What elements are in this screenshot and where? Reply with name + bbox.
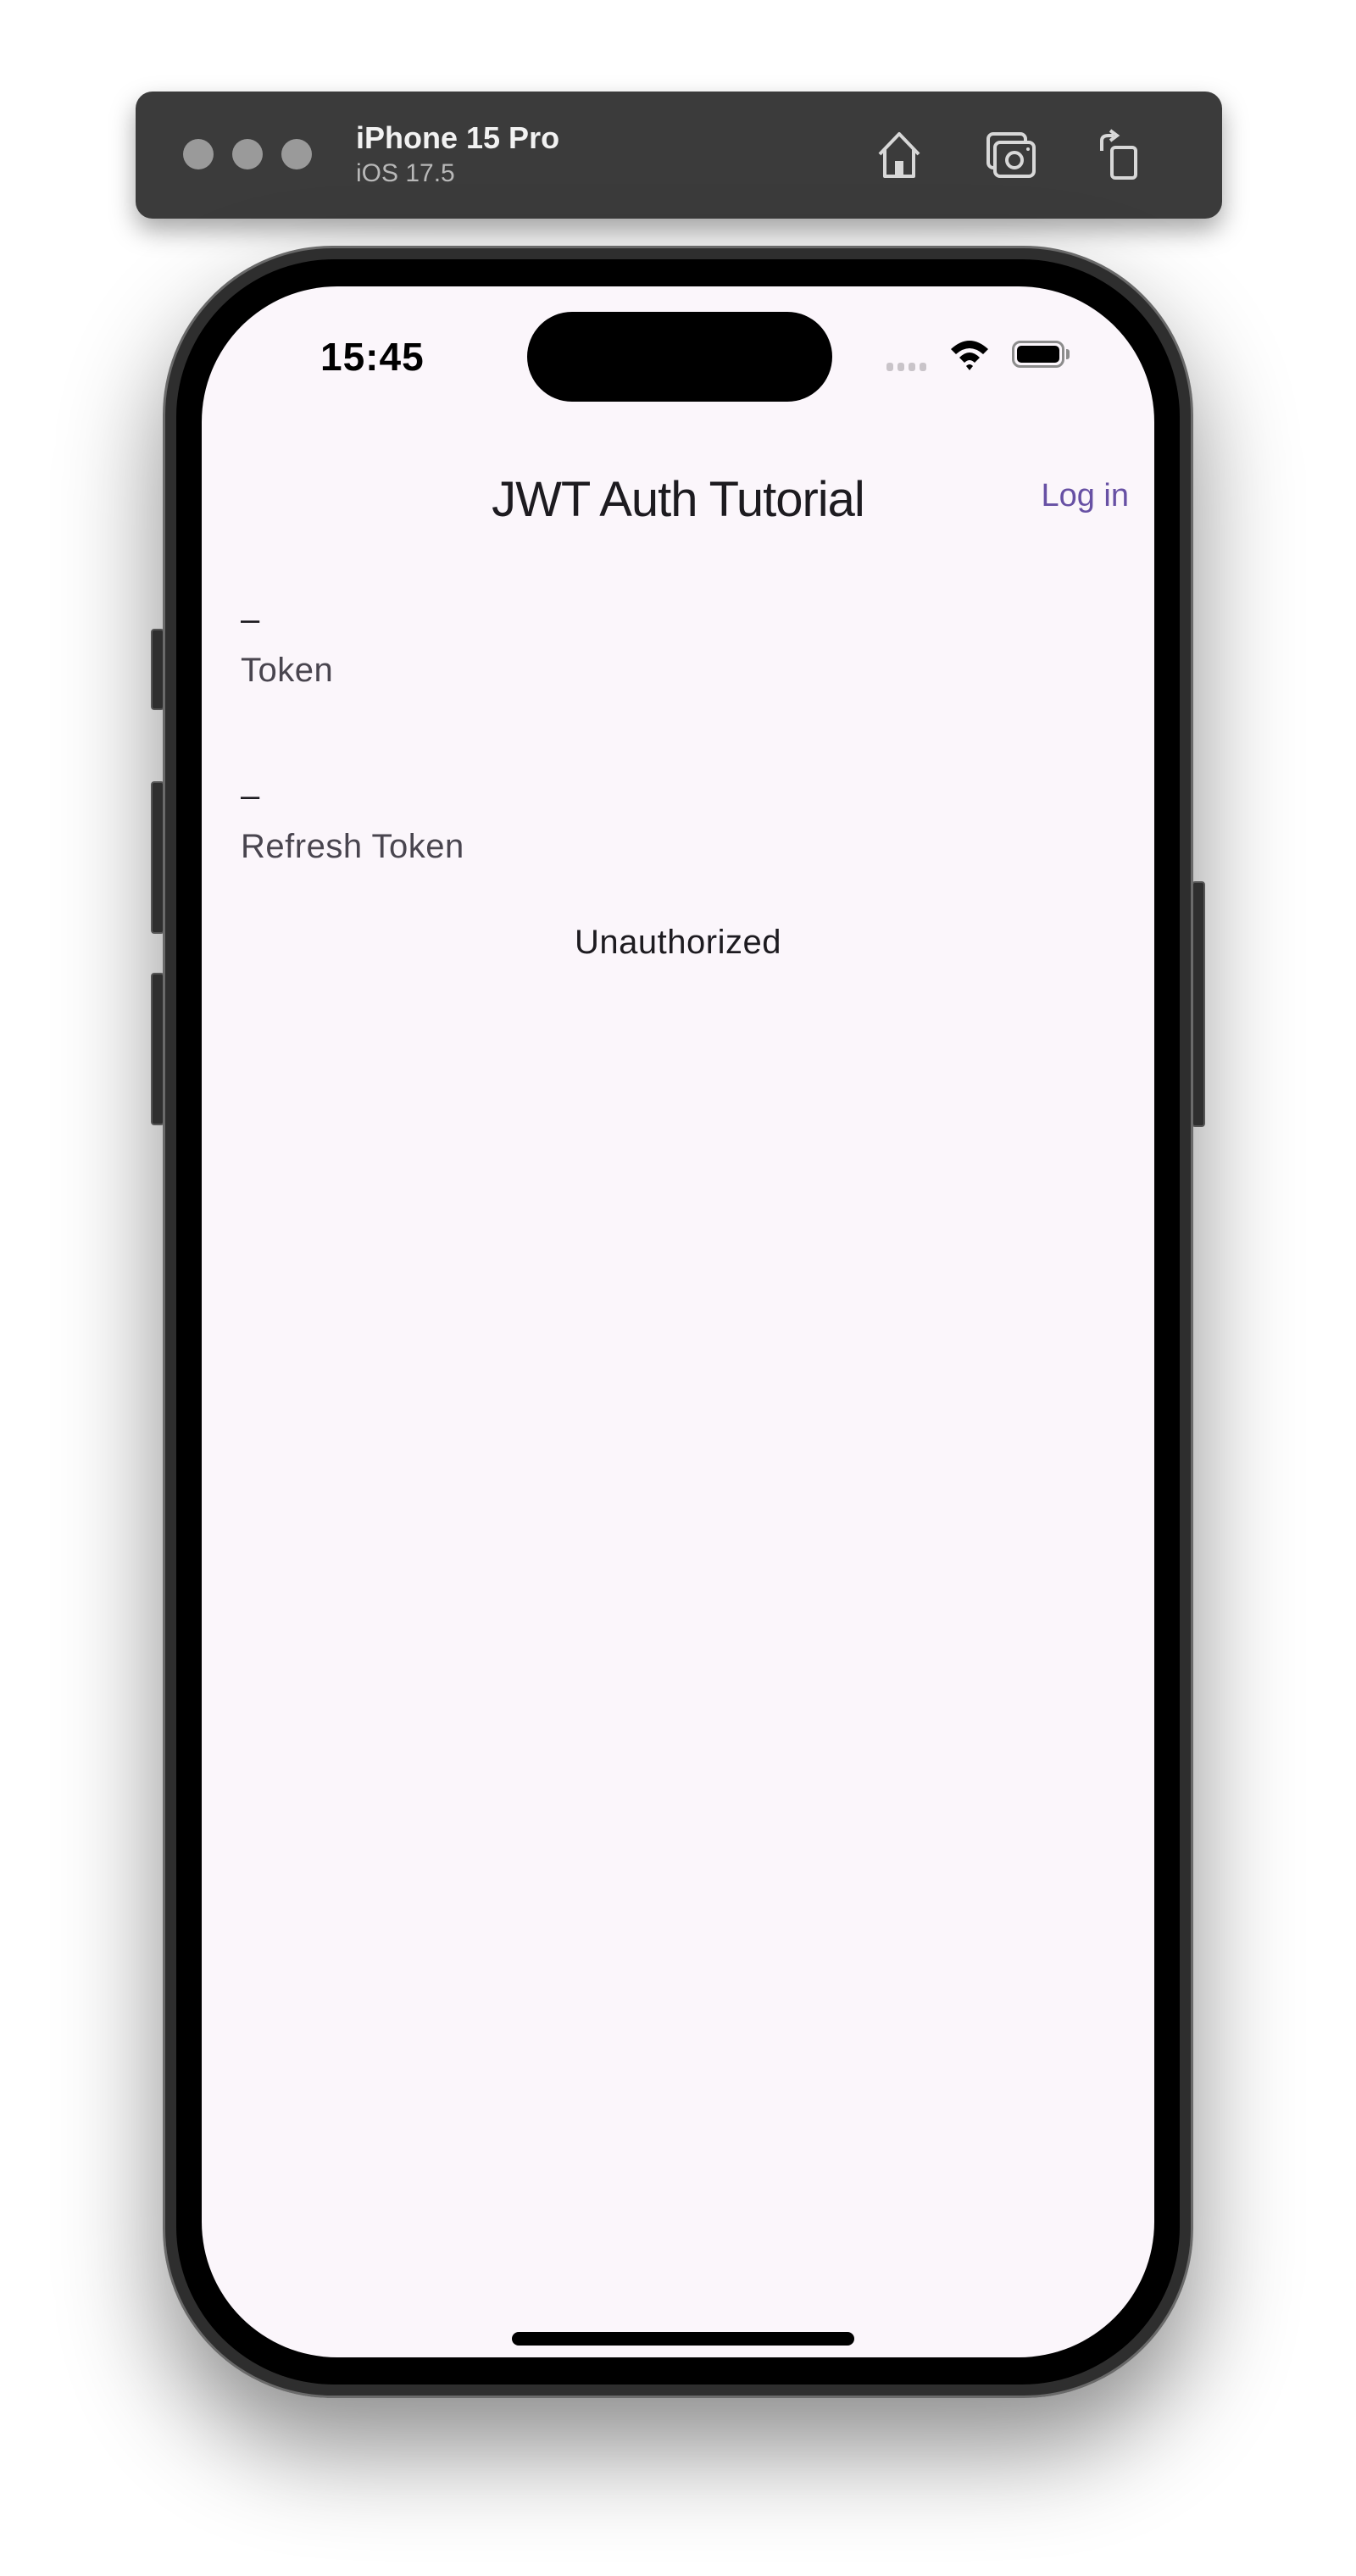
window-close-button[interactable] (183, 139, 214, 169)
token-field: – Token (241, 600, 333, 690)
rotate-icon (1100, 129, 1137, 180)
home-button[interactable] (871, 127, 927, 183)
cellular-signal-icon (886, 363, 926, 371)
device-name: iPhone 15 Pro (356, 120, 560, 155)
token-value: – (241, 601, 260, 638)
dynamic-island (527, 312, 832, 402)
window-zoom-button[interactable] (281, 139, 312, 169)
auth-status-message: Unauthorized (575, 924, 781, 961)
token-label: Token (241, 652, 334, 689)
battery-icon (1012, 341, 1064, 368)
window-minimize-button[interactable] (232, 139, 263, 169)
os-version: iOS 17.5 (356, 159, 455, 187)
screenshot-icon (986, 132, 1036, 178)
refresh-token-label: Refresh Token (241, 828, 464, 865)
refresh-token-field: – Refresh Token (241, 776, 464, 866)
rotate-button[interactable] (1093, 127, 1149, 183)
phone-screen: 15:45 JWT Auth Tutorial Log in – Token –… (202, 286, 1154, 2357)
home-icon (878, 132, 920, 178)
wifi-icon (951, 341, 988, 370)
battery-cap (1066, 349, 1070, 359)
power-button[interactable] (1192, 881, 1205, 1127)
screenshot-button[interactable] (983, 127, 1039, 183)
login-button[interactable]: Log in (1041, 478, 1129, 514)
home-indicator[interactable] (512, 2332, 854, 2346)
status-bar-time: 15:45 (320, 335, 425, 379)
app-bar-title: JWT Auth Tutorial (492, 472, 865, 527)
simulator-toolbar: iPhone 15 Pro iOS 17.5 (136, 92, 1222, 219)
refresh-token-value: – (241, 777, 260, 814)
